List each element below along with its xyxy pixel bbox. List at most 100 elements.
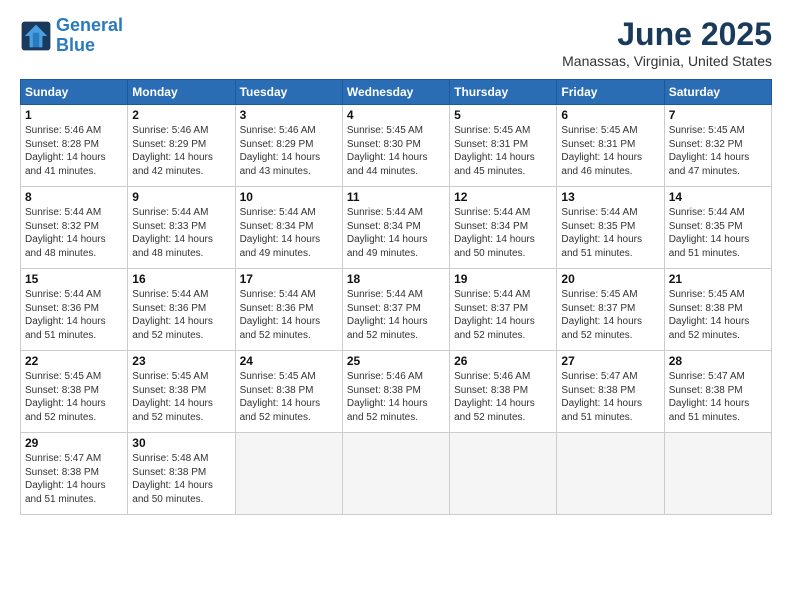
day-info: Sunrise: 5:44 AMSunset: 8:37 PMDaylight:… <box>454 288 552 342</box>
table-cell: 1Sunrise: 5:46 AMSunset: 8:28 PMDaylight… <box>21 105 128 187</box>
calendar-week-row: 29 Sunrise: 5:47 AMSunset: 8:38 PMDayligh… <box>21 433 772 515</box>
day-info: Sunrise: 5:44 AMSunset: 8:35 PMDaylight:… <box>561 206 659 260</box>
day-number: 4 <box>347 108 445 122</box>
day-info: Sunrise: 5:45 AMSunset: 8:31 PMDaylight:… <box>454 124 552 178</box>
table-cell: 28 Sunrise: 5:47 AMSunset: 8:38 PMDayligh… <box>664 351 771 433</box>
table-cell: 7 Sunrise: 5:45 AMSunset: 8:32 PMDaylight… <box>664 105 771 187</box>
header-tuesday: Tuesday <box>235 80 342 105</box>
day-number: 16 <box>132 272 230 286</box>
day-info: Sunrise: 5:45 AMSunset: 8:38 PMDaylight:… <box>132 370 230 424</box>
day-number: 5 <box>454 108 552 122</box>
header: General Blue June 2025 Manassas, Virgini… <box>20 16 772 69</box>
day-number: 26 <box>454 354 552 368</box>
day-info: Sunrise: 5:44 AMSunset: 8:36 PMDaylight:… <box>132 288 230 342</box>
day-number: 18 <box>347 272 445 286</box>
day-number: 7 <box>669 108 767 122</box>
day-number: 29 <box>25 436 123 450</box>
table-cell: 3Sunrise: 5:46 AMSunset: 8:29 PMDaylight… <box>235 105 342 187</box>
logo-blue: Blue <box>56 35 95 55</box>
table-cell: 27Sunrise: 5:47 AMSunset: 8:38 PMDayligh… <box>557 351 664 433</box>
table-cell <box>342 433 449 515</box>
day-number: 3 <box>240 108 338 122</box>
day-info: Sunrise: 5:44 AMSunset: 8:36 PMDaylight:… <box>25 288 123 342</box>
day-info: Sunrise: 5:47 AMSunset: 8:38 PMDaylight:… <box>669 370 767 424</box>
day-number: 17 <box>240 272 338 286</box>
day-number: 11 <box>347 190 445 204</box>
table-cell: 15 Sunrise: 5:44 AMSunset: 8:36 PMDayligh… <box>21 269 128 351</box>
table-cell: 11 Sunrise: 5:44 AMSunset: 8:34 PMDayligh… <box>342 187 449 269</box>
day-info: Sunrise: 5:45 AMSunset: 8:30 PMDaylight:… <box>347 124 445 178</box>
table-cell: 21 Sunrise: 5:45 AMSunset: 8:38 PMDayligh… <box>664 269 771 351</box>
day-info: Sunrise: 5:47 AMSunset: 8:38 PMDaylight:… <box>25 452 123 506</box>
day-info: Sunrise: 5:45 AMSunset: 8:32 PMDaylight:… <box>669 124 767 178</box>
location: Manassas, Virginia, United States <box>562 53 772 69</box>
day-info: Sunrise: 5:46 AMSunset: 8:38 PMDaylight:… <box>347 370 445 424</box>
day-number: 13 <box>561 190 659 204</box>
table-cell: 2 Sunrise: 5:46 AMSunset: 8:29 PMDaylight… <box>128 105 235 187</box>
day-info: Sunrise: 5:46 AMSunset: 8:38 PMDaylight:… <box>454 370 552 424</box>
header-monday: Monday <box>128 80 235 105</box>
day-info: Sunrise: 5:44 AMSunset: 8:33 PMDaylight:… <box>132 206 230 260</box>
day-number: 8 <box>25 190 123 204</box>
day-info: Sunrise: 5:44 AMSunset: 8:35 PMDaylight:… <box>669 206 767 260</box>
calendar-week-row: 8 Sunrise: 5:44 AMSunset: 8:32 PMDaylight… <box>21 187 772 269</box>
table-cell: 12 Sunrise: 5:44 AMSunset: 8:34 PMDayligh… <box>450 187 557 269</box>
header-friday: Friday <box>557 80 664 105</box>
day-number: 27 <box>561 354 659 368</box>
day-info: Sunrise: 5:44 AMSunset: 8:34 PMDaylight:… <box>240 206 338 260</box>
table-cell: 23 Sunrise: 5:45 AMSunset: 8:38 PMDayligh… <box>128 351 235 433</box>
logo-text: General Blue <box>56 16 123 56</box>
table-cell: 6 Sunrise: 5:45 AMSunset: 8:31 PMDaylight… <box>557 105 664 187</box>
table-cell: 17 Sunrise: 5:44 AMSunset: 8:36 PMDayligh… <box>235 269 342 351</box>
calendar-week-row: 22 Sunrise: 5:45 AMSunset: 8:38 PMDayligh… <box>21 351 772 433</box>
table-cell: 5 Sunrise: 5:45 AMSunset: 8:31 PMDaylight… <box>450 105 557 187</box>
table-cell: 9 Sunrise: 5:44 AMSunset: 8:33 PMDaylight… <box>128 187 235 269</box>
table-cell: 19Sunrise: 5:44 AMSunset: 8:37 PMDayligh… <box>450 269 557 351</box>
day-info: Sunrise: 5:48 AMSunset: 8:38 PMDaylight:… <box>132 452 230 506</box>
day-info: Sunrise: 5:45 AMSunset: 8:38 PMDaylight:… <box>669 288 767 342</box>
day-number: 23 <box>132 354 230 368</box>
calendar-week-row: 1Sunrise: 5:46 AMSunset: 8:28 PMDaylight… <box>21 105 772 187</box>
table-cell: 30Sunrise: 5:48 AMSunset: 8:38 PMDayligh… <box>128 433 235 515</box>
month-title: June 2025 <box>562 16 772 53</box>
header-wednesday: Wednesday <box>342 80 449 105</box>
day-number: 6 <box>561 108 659 122</box>
table-cell: 8 Sunrise: 5:44 AMSunset: 8:32 PMDaylight… <box>21 187 128 269</box>
table-cell: 24Sunrise: 5:45 AMSunset: 8:38 PMDayligh… <box>235 351 342 433</box>
day-number: 14 <box>669 190 767 204</box>
table-cell: 10Sunrise: 5:44 AMSunset: 8:34 PMDayligh… <box>235 187 342 269</box>
calendar-week-row: 15 Sunrise: 5:44 AMSunset: 8:36 PMDayligh… <box>21 269 772 351</box>
table-cell: 16 Sunrise: 5:44 AMSunset: 8:36 PMDayligh… <box>128 269 235 351</box>
table-cell <box>557 433 664 515</box>
page: General Blue June 2025 Manassas, Virgini… <box>0 0 792 612</box>
table-cell: 18Sunrise: 5:44 AMSunset: 8:37 PMDayligh… <box>342 269 449 351</box>
day-number: 1 <box>25 108 123 122</box>
day-number: 28 <box>669 354 767 368</box>
day-number: 9 <box>132 190 230 204</box>
day-number: 22 <box>25 354 123 368</box>
day-number: 12 <box>454 190 552 204</box>
header-thursday: Thursday <box>450 80 557 105</box>
table-cell: 20 Sunrise: 5:45 AMSunset: 8:37 PMDayligh… <box>557 269 664 351</box>
day-info: Sunrise: 5:44 AMSunset: 8:34 PMDaylight:… <box>347 206 445 260</box>
day-info: Sunrise: 5:45 AMSunset: 8:31 PMDaylight:… <box>561 124 659 178</box>
table-cell: 26 Sunrise: 5:46 AMSunset: 8:38 PMDayligh… <box>450 351 557 433</box>
day-info: Sunrise: 5:45 AMSunset: 8:37 PMDaylight:… <box>561 288 659 342</box>
table-cell: 13 Sunrise: 5:44 AMSunset: 8:35 PMDayligh… <box>557 187 664 269</box>
title-section: June 2025 Manassas, Virginia, United Sta… <box>562 16 772 69</box>
day-info: Sunrise: 5:44 AMSunset: 8:32 PMDaylight:… <box>25 206 123 260</box>
table-cell <box>235 433 342 515</box>
day-number: 2 <box>132 108 230 122</box>
day-number: 25 <box>347 354 445 368</box>
calendar-table: Sunday Monday Tuesday Wednesday Thursday… <box>20 79 772 515</box>
day-info: Sunrise: 5:45 AMSunset: 8:38 PMDaylight:… <box>25 370 123 424</box>
table-cell <box>664 433 771 515</box>
day-info: Sunrise: 5:44 AMSunset: 8:36 PMDaylight:… <box>240 288 338 342</box>
logo: General Blue <box>20 16 123 56</box>
day-info: Sunrise: 5:46 AMSunset: 8:29 PMDaylight:… <box>132 124 230 178</box>
day-number: 15 <box>25 272 123 286</box>
day-number: 21 <box>669 272 767 286</box>
logo-general: General <box>56 15 123 35</box>
day-number: 20 <box>561 272 659 286</box>
day-info: Sunrise: 5:44 AMSunset: 8:34 PMDaylight:… <box>454 206 552 260</box>
